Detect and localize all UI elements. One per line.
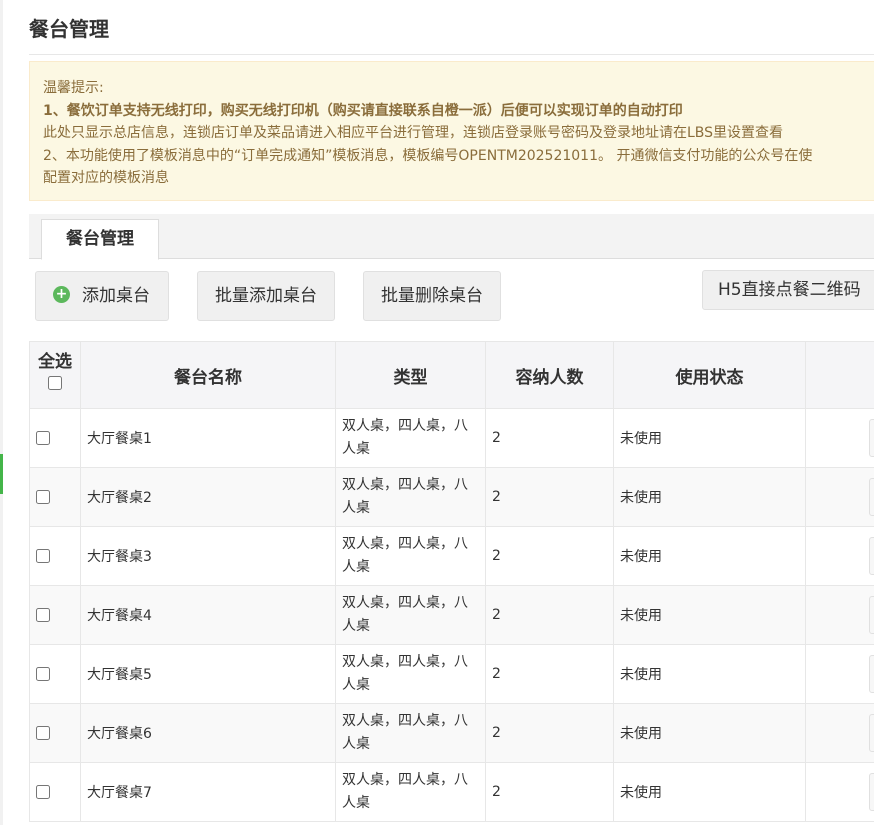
row-action-button[interactable] [869,478,874,516]
row-type: 双人桌，四人桌，八人桌 [335,526,486,586]
row-checkbox[interactable] [36,431,50,445]
row-select-cell [29,526,81,586]
table-row: 大厅餐桌5 双人桌，四人桌，八人桌 2 未使用 [29,644,874,704]
header-actions [805,341,874,409]
row-select-cell [29,467,81,527]
row-actions [805,762,874,822]
row-select-cell [29,644,81,704]
tables-grid: 全选 餐台名称 类型 容纳人数 使用状态 大厅餐桌1 双人桌，四人桌，八人桌 2… [29,341,874,822]
table-row: 大厅餐桌7 双人桌，四人桌，八人桌 2 未使用 [29,762,874,822]
page-title: 餐台管理 [29,17,109,41]
row-checkbox[interactable] [36,726,50,740]
row-status: 未使用 [613,762,806,822]
row-action-button[interactable] [869,596,874,634]
row-status: 未使用 [613,526,806,586]
row-capacity: 2 [485,644,614,704]
row-name: 大厅餐桌6 [80,703,336,763]
header-select-all: 全选 [29,341,81,409]
row-select-cell [29,585,81,645]
add-table-label: 添加桌台 [82,286,150,306]
row-status: 未使用 [613,408,806,468]
notice-line-2: 此处只显示总店信息，连锁店订单及菜品请进入相应平台进行管理，连锁店登录账号密码及… [43,125,784,141]
sidebar-active-indicator [0,454,3,494]
row-action-button[interactable] [869,537,874,575]
notice-heading: 温馨提示: [43,80,104,96]
header-status: 使用状态 [613,341,806,409]
row-capacity: 2 [485,585,614,645]
table-row: 大厅餐桌3 双人桌，四人桌，八人桌 2 未使用 [29,526,874,586]
row-select-cell [29,703,81,763]
row-status: 未使用 [613,585,806,645]
title-divider [29,54,874,55]
row-name: 大厅餐桌5 [80,644,336,704]
row-type: 双人桌，四人桌，八人桌 [335,467,486,527]
row-type: 双人桌，四人桌，八人桌 [335,644,486,704]
left-sidebar-edge [0,0,3,825]
row-action-button[interactable] [869,419,874,457]
row-checkbox[interactable] [36,549,50,563]
notice-line-4: 配置对应的模板消息 [43,170,169,186]
row-actions [805,585,874,645]
row-actions [805,526,874,586]
row-action-button[interactable] [869,714,874,752]
batch-add-tables-button[interactable]: 批量添加桌台 [197,271,335,321]
table-header-row: 全选 餐台名称 类型 容纳人数 使用状态 [29,341,874,409]
plus-circle-icon: + [53,285,70,303]
row-type: 双人桌，四人桌，八人桌 [335,408,486,468]
row-status: 未使用 [613,644,806,704]
add-table-button[interactable]: + 添加桌台 [35,271,169,321]
row-checkbox[interactable] [36,490,50,504]
row-checkbox[interactable] [36,667,50,681]
row-name: 大厅餐桌3 [80,526,336,586]
row-type: 双人桌，四人桌，八人桌 [335,703,486,763]
row-name: 大厅餐桌2 [80,467,336,527]
h5-order-qrcode-button[interactable]: H5直接点餐二维码 [702,270,874,310]
row-capacity: 2 [485,467,614,527]
select-all-checkbox[interactable] [48,376,62,390]
table-row: 大厅餐桌2 双人桌，四人桌，八人桌 2 未使用 [29,467,874,527]
row-capacity: 2 [485,408,614,468]
row-actions [805,408,874,468]
table-row: 大厅餐桌4 双人桌，四人桌，八人桌 2 未使用 [29,585,874,645]
row-name: 大厅餐桌4 [80,585,336,645]
row-status: 未使用 [613,703,806,763]
row-checkbox[interactable] [36,608,50,622]
row-actions [805,703,874,763]
table-row: 大厅餐桌1 双人桌，四人桌，八人桌 2 未使用 [29,408,874,468]
row-capacity: 2 [485,703,614,763]
row-select-cell [29,408,81,468]
row-action-button[interactable] [869,773,874,811]
row-name: 大厅餐桌7 [80,762,336,822]
row-capacity: 2 [485,762,614,822]
tab-table-management[interactable]: 餐台管理 [41,219,159,260]
row-name: 大厅餐桌1 [80,408,336,468]
tab-bar: 餐台管理 [29,214,874,260]
batch-delete-tables-button[interactable]: 批量删除桌台 [363,271,501,321]
row-type: 双人桌，四人桌，八人桌 [335,585,486,645]
row-actions [805,644,874,704]
header-table-name: 餐台名称 [80,341,336,409]
header-type: 类型 [335,341,486,409]
notice-box: 温馨提示: 1、餐饮订单支持无线打印，购买无线打印机（购买请直接联系自橙一派）后… [29,61,874,201]
notice-line-1: 1、餐饮订单支持无线打印，购买无线打印机（购买请直接联系自橙一派）后便可以实现订… [43,102,683,119]
row-action-button[interactable] [869,655,874,693]
row-capacity: 2 [485,526,614,586]
row-checkbox[interactable] [36,785,50,799]
row-actions [805,467,874,527]
row-status: 未使用 [613,467,806,527]
row-select-cell [29,762,81,822]
header-capacity: 容纳人数 [485,341,614,409]
select-all-label: 全选 [38,352,72,372]
table-row: 大厅餐桌6 双人桌，四人桌，八人桌 2 未使用 [29,703,874,763]
notice-line-3: 2、本功能使用了模板消息中的“订单完成通知”模板消息，模板编号OPENTM202… [43,147,813,164]
row-type: 双人桌，四人桌，八人桌 [335,762,486,822]
